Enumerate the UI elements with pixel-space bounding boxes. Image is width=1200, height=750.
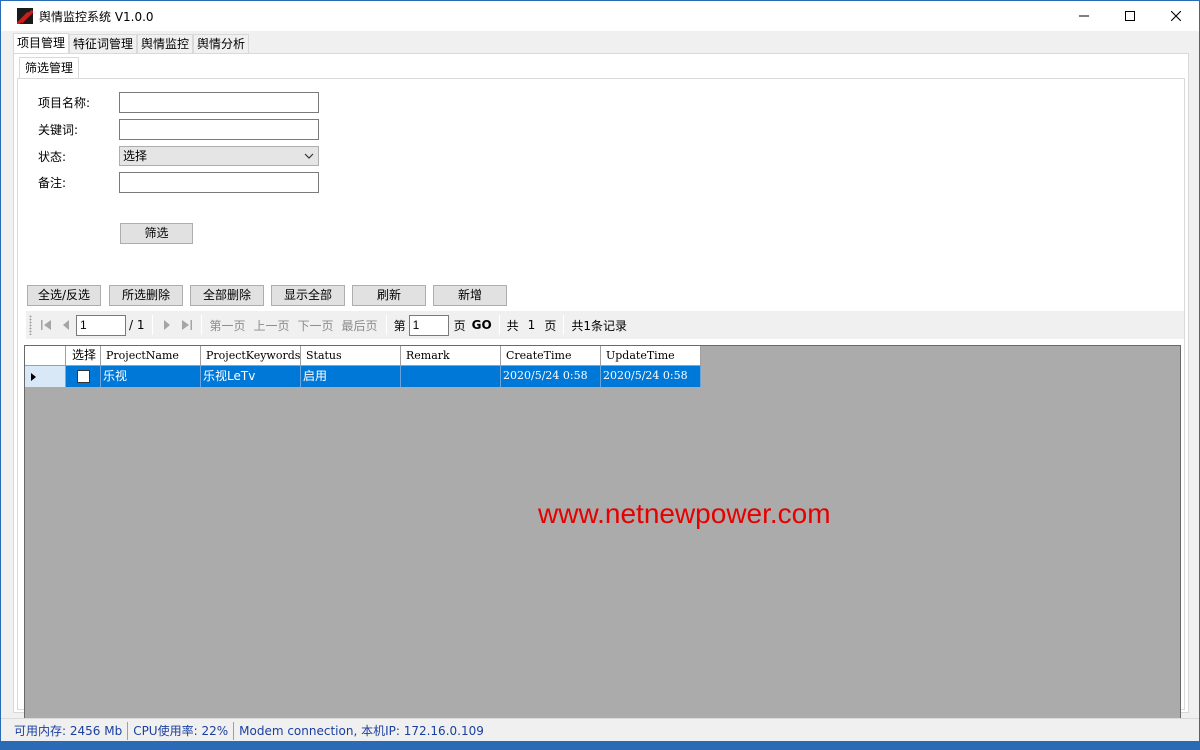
app-window: 舆情监控系统 V1.0.0 项目管理 特征词管理 舆情监控 舆情分析 筛选管理 … <box>0 0 1200 750</box>
cell-project-name[interactable]: 乐视 <box>101 366 201 387</box>
project-data-grid[interactable]: 选择 ProjectName ProjectKeywords Status Re… <box>24 345 1181 728</box>
cell-remark[interactable] <box>401 366 501 387</box>
total-prefix-label: 共 <box>506 318 519 333</box>
network-status: Modem connection, 本机IP: 172.16.0.109 <box>239 724 484 738</box>
first-page-button[interactable] <box>36 315 56 335</box>
status-bar: 可用内存: 2456 Mb CPU使用率: 22% Modem connecti… <box>1 718 1199 742</box>
memory-status: 可用内存: 2456 Mb <box>14 724 123 738</box>
grid-header-row: 选择 ProjectName ProjectKeywords Status Re… <box>25 346 701 366</box>
toolbar-separator <box>563 315 565 335</box>
row-select-checkbox[interactable] <box>76 370 90 383</box>
desktop-background <box>0 741 1200 750</box>
goto-suffix-label: 页 <box>453 318 466 333</box>
cpu-status: CPU使用率: 22% <box>133 724 229 738</box>
minimize-button[interactable] <box>1061 1 1107 31</box>
previous-page-icon <box>63 320 69 330</box>
column-header-remark[interactable]: Remark <box>401 346 501 366</box>
column-header-project-keywords[interactable]: ProjectKeywords <box>201 346 301 366</box>
column-header-update-time[interactable]: UpdateTime <box>601 346 701 366</box>
delete-all-button[interactable]: 全部删除 <box>190 285 264 306</box>
status-separator <box>233 721 235 740</box>
project-name-label: 项目名称: <box>38 96 91 110</box>
grid-corner-cell[interactable] <box>25 346 66 366</box>
main-tabs: 项目管理 特征词管理 舆情监控 舆情分析 <box>13 33 250 54</box>
minimize-icon <box>1079 15 1089 17</box>
cell-status[interactable]: 启用 <box>301 366 401 387</box>
delete-selected-button[interactable]: 所选删除 <box>109 285 183 306</box>
status-separator <box>127 721 129 740</box>
table-row[interactable]: 乐视 乐视LeTv 启用 2020/5/24 0:58 2020/5/24 0:… <box>25 366 701 387</box>
column-header-select[interactable]: 选择 <box>66 346 101 366</box>
chevron-down-icon <box>304 153 314 159</box>
column-header-create-time[interactable]: CreateTime <box>501 346 601 366</box>
close-button[interactable] <box>1153 1 1199 31</box>
maximize-icon <box>1125 11 1135 21</box>
toolbar-separator <box>498 315 500 335</box>
project-management-panel: 筛选管理 项目名称: 关键词: 状态: 选择 备注: 筛选 全选/反选 所选删除… <box>13 53 1189 728</box>
cell-project-keywords[interactable]: 乐视LeTv <box>201 366 301 387</box>
last-page-link[interactable]: 最后页 <box>338 317 382 334</box>
goto-prefix-label: 第 <box>393 318 406 333</box>
filter-button[interactable]: 筛选 <box>120 223 193 244</box>
title-bar[interactable]: 舆情监控系统 V1.0.0 <box>1 1 1199 31</box>
row-select-cell[interactable] <box>66 366 101 387</box>
total-pages-label: / 1 <box>129 318 145 332</box>
record-count-label: 共1条记录 <box>571 318 627 333</box>
total-pages-value: 1 <box>527 318 536 332</box>
current-page-input[interactable] <box>76 314 126 336</box>
tab-project-management[interactable]: 项目管理 <box>13 33 70 54</box>
toolbar-separator <box>151 315 153 335</box>
previous-page-link[interactable]: 上一页 <box>250 317 294 334</box>
status-label: 状态: <box>38 150 67 164</box>
keyword-label: 关键词: <box>38 123 79 137</box>
status-select-value: 选择 <box>123 149 148 163</box>
row-header-cell[interactable] <box>25 366 66 387</box>
tab-opinion-monitoring[interactable]: 舆情监控 <box>137 34 194 54</box>
last-page-icon <box>181 320 192 330</box>
last-page-button[interactable] <box>177 315 197 335</box>
maximize-button[interactable] <box>1107 1 1153 31</box>
current-row-arrow-icon <box>31 372 36 381</box>
tab-opinion-analysis[interactable]: 舆情分析 <box>193 34 250 54</box>
toolbar-grip[interactable] <box>29 315 32 335</box>
cell-create-time[interactable]: 2020/5/24 0:58 <box>501 366 601 387</box>
previous-page-button[interactable] <box>56 315 76 335</box>
app-logo-icon <box>17 8 33 24</box>
filter-management-panel: 项目名称: 关键词: 状态: 选择 备注: 筛选 全选/反选 所选删除 全部删除… <box>17 78 1185 728</box>
window-title: 舆情监控系统 V1.0.0 <box>39 9 154 24</box>
next-page-button[interactable] <box>157 315 177 335</box>
refresh-button[interactable]: 刷新 <box>352 285 426 306</box>
remark-input[interactable] <box>119 172 319 193</box>
cell-update-time[interactable]: 2020/5/24 0:58 <box>601 366 701 387</box>
project-name-input[interactable] <box>119 92 319 113</box>
total-suffix-label: 页 <box>544 318 557 333</box>
toolbar-separator <box>385 315 387 335</box>
next-page-icon <box>163 320 170 330</box>
tab-filter-management[interactable]: 筛选管理 <box>19 57 80 79</box>
select-all-toggle-button[interactable]: 全选/反选 <box>27 285 101 306</box>
toolbar-separator <box>200 315 202 335</box>
first-page-icon <box>41 320 51 330</box>
column-header-status[interactable]: Status <box>301 346 401 366</box>
tab-feature-word-management[interactable]: 特征词管理 <box>69 34 138 54</box>
show-all-button[interactable]: 显示全部 <box>271 285 345 306</box>
pagination-toolbar: / 1 第一页 上一页 下一页 最后页 第 页 GO 共 <box>26 311 1184 339</box>
go-button[interactable]: GO <box>469 318 495 332</box>
window-controls <box>1061 1 1199 31</box>
goto-page-input[interactable] <box>408 314 449 336</box>
keyword-input[interactable] <box>119 119 319 140</box>
first-page-link[interactable]: 第一页 <box>206 317 250 334</box>
watermark-url: www.netnewpower.com <box>538 498 831 529</box>
add-new-button[interactable]: 新增 <box>433 285 507 306</box>
column-header-project-name[interactable]: ProjectName <box>101 346 201 366</box>
next-page-link[interactable]: 下一页 <box>294 317 338 334</box>
remark-label: 备注: <box>38 176 67 190</box>
status-select[interactable]: 选择 <box>119 146 319 166</box>
close-icon <box>1171 11 1181 21</box>
